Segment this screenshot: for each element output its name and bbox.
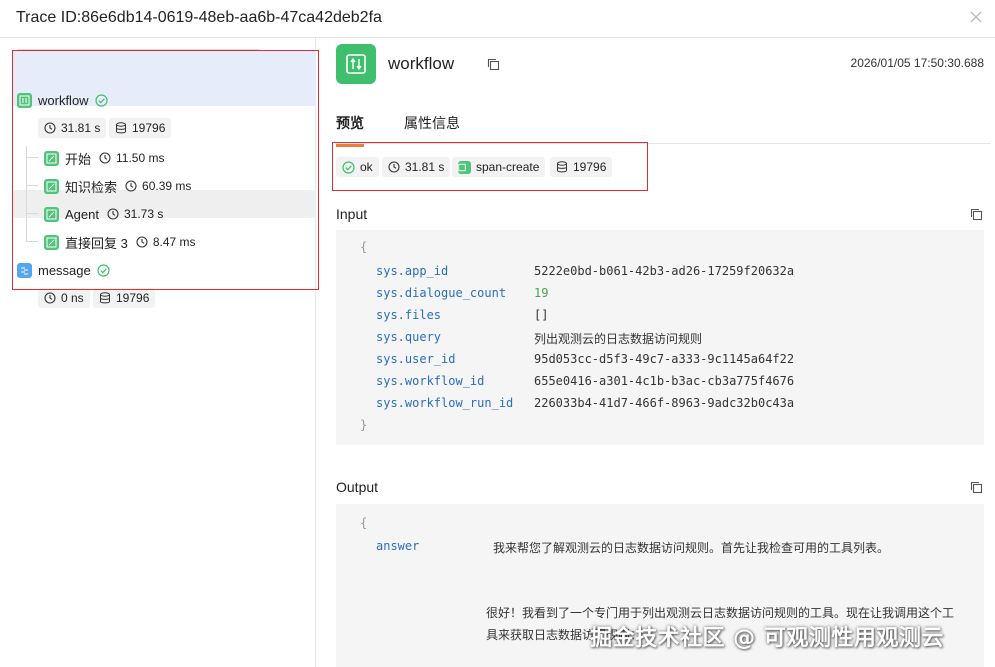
json-value: 列出观测云的日志数据访问规则 — [534, 332, 703, 346]
success-check-icon — [94, 93, 108, 107]
tree-guide-branch — [26, 213, 38, 214]
tree-node-agent[interactable]: Agent 31.73 s — [44, 204, 163, 224]
json-open-brace: { — [360, 240, 368, 254]
json-value-continued: 很好！我看到了一个专门用于列出观测云日志数据访问规则的工具。现在让我调用这个工 — [486, 606, 955, 620]
tree-node-label: 知识检索 — [65, 179, 118, 195]
database-icon — [557, 161, 567, 173]
modal-header: Trace ID:86e6db14-0619-48eb-aa6b-47ca42d… — [0, 0, 995, 38]
copy-icon[interactable] — [970, 208, 983, 221]
success-check-icon — [342, 160, 355, 174]
tree-node-message[interactable]: message — [17, 260, 110, 280]
message-node-icon — [17, 262, 32, 278]
json-value: [] — [534, 308, 549, 322]
duration-chip: 0 ns — [38, 288, 90, 308]
json-value: 226033b4-41d7-466f-8963-9adc32b0c43a — [534, 396, 795, 410]
copy-icon[interactable] — [487, 58, 500, 71]
json-value: 655e0416-a301-4c1b-b3ac-cb3a775f4676 — [534, 374, 795, 388]
span-type-icon — [458, 160, 471, 174]
span-name: workflow — [388, 54, 455, 73]
span-timestamp: 2026/01/05 17:50:30.688 — [850, 56, 984, 70]
duration-value: 31.81 s — [61, 121, 101, 135]
tree-node-label: 直接回复 3 — [65, 235, 128, 251]
tokens-value: 19796 — [132, 121, 166, 135]
tree-node-workflow[interactable]: workflow — [17, 90, 108, 110]
database-icon — [116, 122, 126, 134]
duration-value: 31.81 s — [405, 160, 445, 174]
json-value: 5222e0bd-b061-42b3-ad26-17259f20632a — [534, 264, 795, 278]
json-key: sys.files — [376, 308, 442, 322]
json-key: answer — [376, 539, 420, 553]
watermark: 掘金技术社区 @ 可观测性用观测云 — [590, 626, 944, 651]
json-value: 19 — [534, 286, 549, 300]
span-type-value: span-create — [476, 160, 540, 174]
duration-chip: 31.81 s — [38, 118, 107, 138]
close-icon[interactable] — [969, 10, 983, 24]
success-check-icon — [97, 263, 110, 277]
tab-label: 预览 — [336, 115, 364, 131]
tree-node-start[interactable]: 开始 11.50 ms — [44, 148, 164, 168]
json-key: sys.app_id — [376, 264, 449, 278]
span-detail-panel: workflow 2026/01/05 17:50:30.688 预览 属性信息… — [317, 38, 995, 667]
tab-preview[interactable]: 预览 — [336, 113, 364, 147]
tokens-chip: 19796 — [550, 157, 613, 177]
input-code-block: { sys.app_id 5222e0bd-b061-42b3-ad26-172… — [336, 230, 984, 445]
copy-icon[interactable] — [970, 481, 983, 494]
tree-guide-branch — [26, 185, 38, 186]
agent-node-icon — [44, 206, 59, 222]
span-type-chip: span-create — [452, 157, 546, 177]
duration-value: 11.50 ms — [116, 151, 165, 165]
json-key: sys.workflow_run_id — [376, 396, 514, 410]
tree-node-label: 开始 — [65, 151, 92, 167]
duration-value: 31.73 s — [123, 207, 164, 221]
tree-guide-branch — [26, 241, 38, 242]
output-section-label: Output — [336, 479, 379, 495]
tree-node-label: Agent — [65, 206, 99, 222]
tree-node-label: workflow — [38, 92, 89, 108]
status-value: ok — [360, 160, 373, 174]
knowledge-node-icon — [44, 178, 59, 194]
trace-id-title: Trace ID:86e6db14-0619-48eb-aa6b-47ca42d… — [16, 9, 382, 26]
json-key: sys.workflow_id — [376, 374, 485, 388]
json-value: 95d053cc-d5f3-49c7-a333-9c1145a64f22 — [534, 352, 795, 366]
detail-tabs: 预览 属性信息 — [336, 110, 991, 147]
database-icon — [100, 292, 110, 304]
tab-label: 属性信息 — [404, 115, 460, 131]
clock-icon — [136, 236, 148, 248]
workflow-node-icon — [17, 92, 32, 108]
tree-node-direct-reply[interactable]: 直接回复 3 8.47 ms — [44, 232, 196, 252]
duration-value: 0 ns — [61, 291, 84, 305]
tree-guide-line — [26, 146, 27, 242]
clock-icon — [125, 180, 137, 192]
duration-chip: 31.81 s — [382, 157, 451, 177]
tokens-value: 19796 — [573, 160, 607, 174]
active-tab-indicator — [336, 144, 364, 147]
clock-icon — [44, 122, 56, 134]
workflow-span-icon — [336, 44, 376, 84]
json-key: sys.query — [376, 330, 442, 344]
tree-node-label: message — [38, 262, 91, 278]
json-close-brace: } — [360, 418, 368, 432]
tokens-value: 19796 — [116, 291, 150, 305]
tokens-chip: 19796 — [109, 118, 172, 138]
tab-attributes[interactable]: 属性信息 — [404, 113, 460, 133]
tree-node-knowledge-retrieval[interactable]: 知识检索 60.39 ms — [44, 176, 191, 196]
input-section-label: Input — [336, 206, 368, 222]
json-key: sys.user_id — [376, 352, 456, 366]
status-ok-chip: ok — [336, 157, 379, 177]
tokens-chip: 19796 — [93, 288, 156, 308]
reply-node-icon — [44, 234, 59, 250]
clock-icon — [107, 208, 119, 220]
duration-value: 8.47 ms — [152, 235, 196, 249]
clock-icon — [388, 161, 400, 173]
duration-value: 60.39 ms — [142, 179, 192, 193]
json-key: sys.dialogue_count — [376, 286, 507, 300]
json-open-brace: { — [360, 516, 368, 530]
clock-icon — [44, 292, 56, 304]
start-node-icon — [44, 150, 59, 166]
tree-guide-branch — [26, 157, 38, 158]
json-value: 我来帮您了解观测云的日志数据访问规则。首先让我检查可用的工具列表。 — [493, 541, 890, 555]
clock-icon — [99, 152, 111, 164]
